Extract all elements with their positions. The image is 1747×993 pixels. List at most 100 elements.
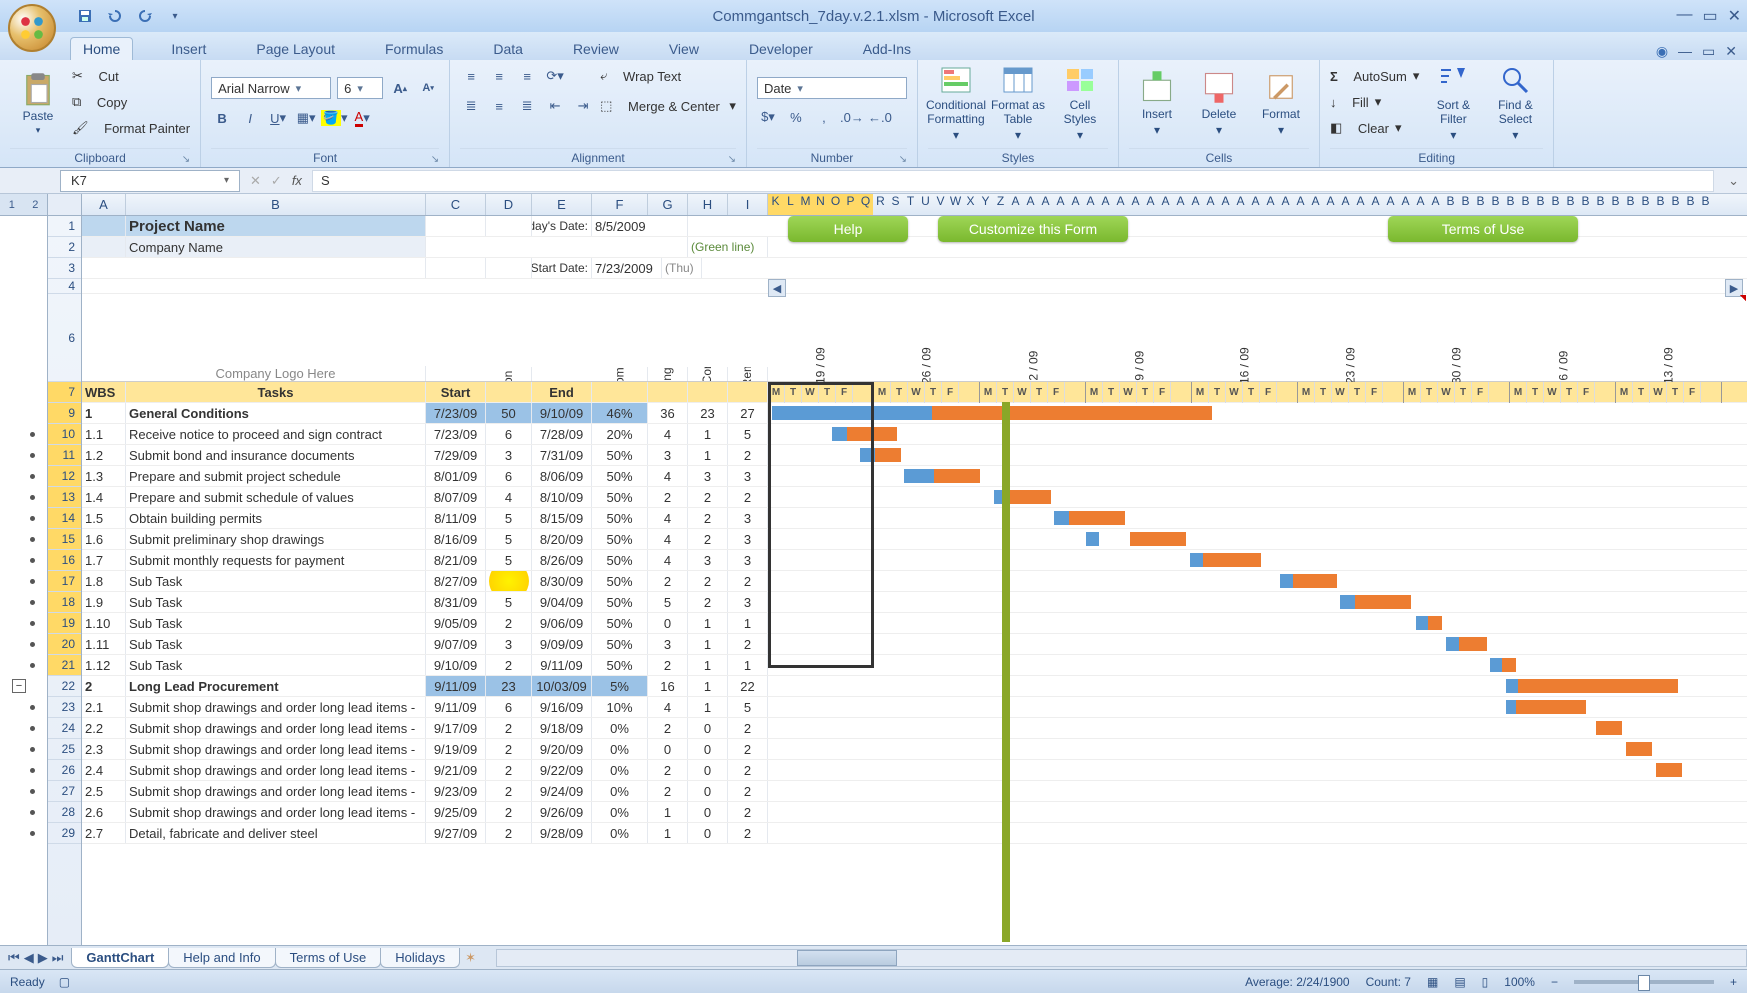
fill-color-icon[interactable]: 🪣▾ xyxy=(323,107,345,129)
row-header[interactable]: 6 xyxy=(48,294,81,382)
col-header-H[interactable]: H xyxy=(688,194,728,215)
col-header-F[interactable]: F xyxy=(592,194,648,215)
data-row[interactable]: 1.10Sub Task9/05/0929/06/0950%011 xyxy=(82,613,1747,634)
data-row[interactable]: 2.2Submit shop drawings and order long l… xyxy=(82,718,1747,739)
col-header-gantt[interactable]: A xyxy=(1128,194,1143,215)
office-button[interactable] xyxy=(8,4,56,52)
cell[interactable]: 1.10 xyxy=(82,613,126,633)
cell[interactable]: 1.1 xyxy=(82,424,126,444)
col-header-gantt[interactable]: B xyxy=(1653,194,1668,215)
col-header-gantt[interactable]: A xyxy=(1038,194,1053,215)
paste-button[interactable]: Paste ▾ xyxy=(10,64,66,142)
cell[interactable]: 2 xyxy=(648,487,688,507)
number-launcher-icon[interactable]: ↘ xyxy=(899,154,907,165)
cell[interactable]: 8/01/09 xyxy=(426,466,486,486)
help-icon[interactable]: ◉ xyxy=(1656,43,1668,60)
cell[interactable]: Submit monthly requests for payment xyxy=(126,550,426,570)
cell[interactable]: 50% xyxy=(592,571,648,591)
cell[interactable]: 2.4 xyxy=(82,760,126,780)
format-painter-button[interactable]: 🖌 Format Painter xyxy=(72,116,190,140)
cell[interactable]: 2 xyxy=(728,445,768,465)
cell[interactable]: 50% xyxy=(592,613,648,633)
cell[interactable]: 2 xyxy=(728,802,768,822)
cell[interactable]: 1.8 xyxy=(82,571,126,591)
cell[interactable]: 2 xyxy=(728,718,768,738)
cell[interactable]: 1 xyxy=(728,655,768,675)
cell[interactable]: 5 xyxy=(486,592,532,612)
row-header[interactable]: 21 xyxy=(48,655,81,676)
cell[interactable]: 9/11/09 xyxy=(426,697,486,717)
format-cells-button[interactable]: Format▾ xyxy=(1253,64,1309,142)
cell[interactable]: 0 xyxy=(688,802,728,822)
cell[interactable]: 6 xyxy=(486,697,532,717)
col-header-gantt[interactable]: W xyxy=(948,194,963,215)
comma-icon[interactable]: , xyxy=(813,106,835,128)
col-header-gantt[interactable]: B xyxy=(1503,194,1518,215)
cell[interactable]: 50% xyxy=(592,655,648,675)
insert-cells-button[interactable]: Insert▾ xyxy=(1129,64,1185,142)
cell[interactable]: 2.1 xyxy=(82,697,126,717)
cell[interactable]: 0 xyxy=(648,613,688,633)
zoom-out-icon[interactable]: − xyxy=(1551,975,1558,989)
view-pagebreak-icon[interactable]: ▯ xyxy=(1482,975,1489,989)
align-center-icon[interactable]: ≡ xyxy=(488,95,510,117)
cell[interactable]: 4 xyxy=(648,550,688,570)
cell[interactable]: 1.6 xyxy=(82,529,126,549)
cell[interactable]: 9/19/09 xyxy=(426,739,486,759)
grow-font-icon[interactable]: A▴ xyxy=(389,77,411,99)
cell[interactable]: 9/10/09 xyxy=(426,655,486,675)
col-header-gantt[interactable]: B xyxy=(1443,194,1458,215)
cell[interactable]: 2 xyxy=(486,613,532,633)
cell[interactable]: Long Lead Procurement xyxy=(126,676,426,696)
col-header-gantt[interactable]: A xyxy=(1218,194,1233,215)
col-header-gantt[interactable]: A xyxy=(1323,194,1338,215)
formula-input[interactable]: S xyxy=(312,170,1714,192)
outline-collapse-icon[interactable]: − xyxy=(12,679,26,693)
font-color-icon[interactable]: A▾ xyxy=(351,107,373,129)
col-header-gantt[interactable]: B xyxy=(1593,194,1608,215)
col-header-gantt[interactable]: M xyxy=(798,194,813,215)
close-button[interactable]: ✕ xyxy=(1728,6,1741,26)
italic-icon[interactable]: I xyxy=(239,107,261,129)
underline-icon[interactable]: U▾ xyxy=(267,107,289,129)
cell[interactable]: 2 xyxy=(688,529,728,549)
horizontal-scrollbar[interactable] xyxy=(496,949,1747,967)
cell[interactable]: 1 xyxy=(688,655,728,675)
col-header-gantt[interactable]: Q xyxy=(858,194,873,215)
cell[interactable]: Receive notice to proceed and sign contr… xyxy=(126,424,426,444)
cell[interactable]: 8/21/09 xyxy=(426,550,486,570)
col-header-gantt[interactable]: A xyxy=(1383,194,1398,215)
tab-data[interactable]: Data xyxy=(481,38,535,60)
align-top-icon[interactable]: ≡ xyxy=(460,65,482,87)
data-row[interactable]: 2Long Lead Procurement9/11/092310/03/095… xyxy=(82,676,1747,697)
delete-cells-button[interactable]: Delete▾ xyxy=(1191,64,1247,142)
cell[interactable]: 1 xyxy=(688,445,728,465)
cell[interactable]: Obtain building permits xyxy=(126,508,426,528)
col-header-gantt[interactable]: A xyxy=(1083,194,1098,215)
sheet-tab-ganttchart[interactable]: GanttChart xyxy=(71,948,169,968)
cell[interactable]: 2 xyxy=(688,571,728,591)
row-header[interactable]: 25 xyxy=(48,739,81,760)
row-header[interactable]: 27 xyxy=(48,781,81,802)
tab-home[interactable]: Home xyxy=(70,37,133,60)
expand-formula-icon[interactable]: ⌄ xyxy=(1720,173,1747,189)
col-header-gantt[interactable]: K xyxy=(768,194,783,215)
col-header-gantt[interactable]: A xyxy=(1053,194,1068,215)
row-header[interactable]: 3 xyxy=(48,258,81,279)
col-header-A[interactable]: A xyxy=(82,194,126,215)
col-header-gantt[interactable]: B xyxy=(1548,194,1563,215)
merge-center-button[interactable]: ⬚ Merge & Center ▾ xyxy=(600,94,736,118)
col-header-gantt[interactable]: R xyxy=(873,194,888,215)
clear-button[interactable]: ◧ Clear▾ xyxy=(1330,116,1419,140)
cell[interactable]: 2 xyxy=(688,487,728,507)
last-sheet-icon[interactable]: ⏭ xyxy=(52,950,64,966)
cell[interactable]: Sub Task xyxy=(126,655,426,675)
align-middle-icon[interactable]: ≡ xyxy=(488,65,510,87)
cell[interactable]: 50% xyxy=(592,487,648,507)
cell[interactable]: 9/24/09 xyxy=(532,781,592,801)
cell[interactable]: 0 xyxy=(648,739,688,759)
cell[interactable]: 0% xyxy=(592,739,648,759)
cell[interactable]: 50% xyxy=(592,529,648,549)
sheet-tab-help[interactable]: Help and Info xyxy=(168,948,275,968)
cell[interactable]: 23 xyxy=(688,403,728,423)
